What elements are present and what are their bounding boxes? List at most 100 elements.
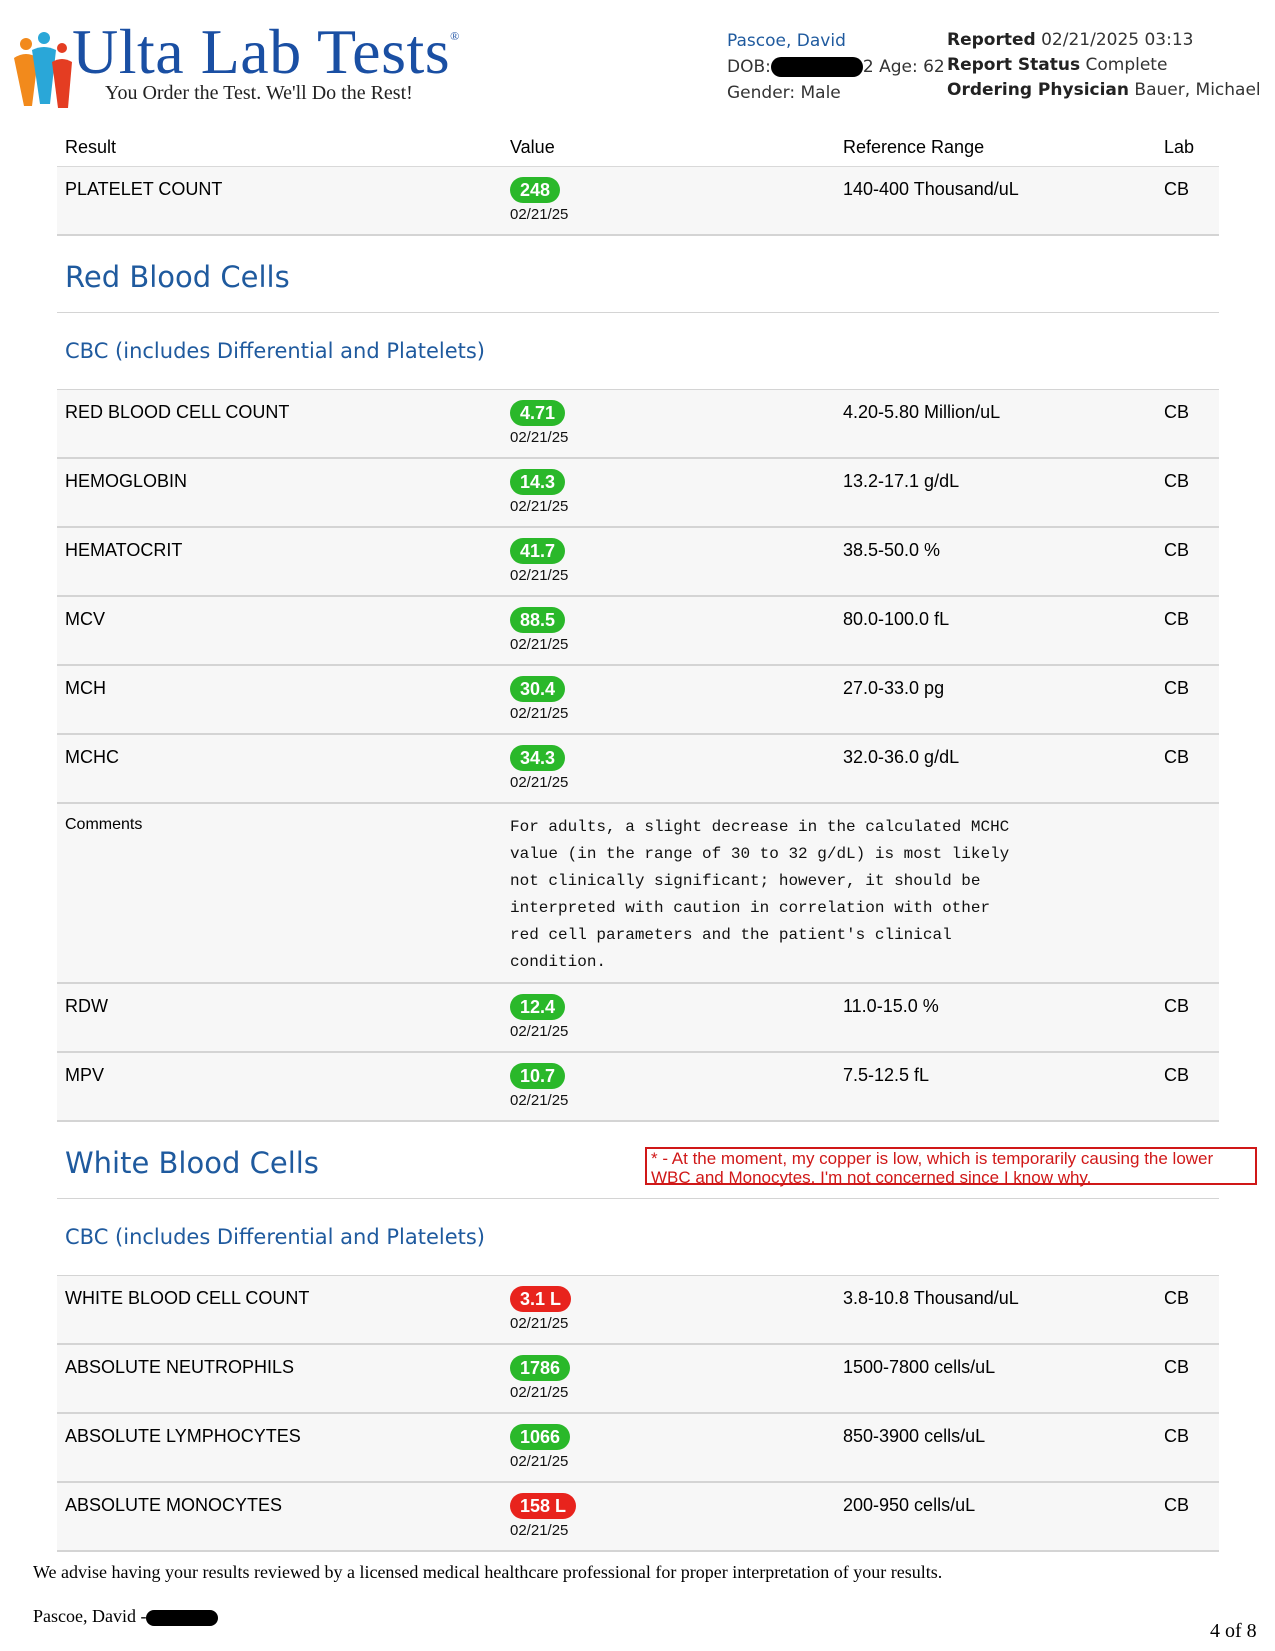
result-date: 02/21/25 [510,1023,569,1040]
comment-text: For adults, a slight decrease in the cal… [510,818,1010,971]
value-pill: 14.3 [510,469,566,495]
value-pill: 1786 [510,1355,571,1381]
result-value-cell: 88.5 02/21/25 [510,607,568,653]
table-row: MCV 88.5 02/21/25 80.0-100.0 fL CB [57,597,1219,666]
logo-title: Ulta Lab Tests® [72,16,460,87]
reference-range: 200-950 cells/uL [843,1495,976,1515]
result-name: ABSOLUTE LYMPHOCYTES [65,1426,301,1446]
lab-code: CB [1164,609,1190,629]
logo-tagline: You Order the Test. We'll Do the Rest! [105,82,413,104]
value-pill: 41.7 [510,538,566,564]
panel-title: CBC (includes Differential and Platelets… [65,339,485,363]
report-info: Reported 02/21/2025 03:13 Report Status … [947,28,1261,103]
result-value-cell: 248 02/21/25 [510,177,568,223]
value-pill: 88.5 [510,607,566,633]
reference-range: 140-400 Thousand/uL [843,179,1019,199]
result-value-cell: 30.4 02/21/25 [510,676,568,722]
result-value-cell: 34.3 02/21/25 [510,745,568,791]
panel-title: CBC (includes Differential and Platelets… [65,1225,485,1249]
reported-value: 02/21/2025 03:13 [1041,30,1194,50]
result-name: PLATELET COUNT [65,179,223,199]
value-pill: 30.4 [510,676,566,702]
table-row: PLATELET COUNT 248 02/21/25 140-400 Thou… [57,167,1219,236]
result-date: 02/21/25 [510,774,569,791]
reference-range: 7.5-12.5 fL [843,1065,930,1085]
table-row: MCH 30.4 02/21/25 27.0-33.0 pg CB [57,666,1219,735]
lab-code: CB [1164,402,1190,422]
physician-value: Bauer, Michael [1134,80,1261,100]
reference-range: 850-3900 cells/uL [843,1426,986,1446]
lab-code: CB [1164,1426,1190,1446]
result-date: 02/21/25 [510,1384,569,1401]
status-label: Report Status [947,55,1081,75]
result-name: MCHC [65,747,119,767]
result-date: 02/21/25 [510,1453,569,1470]
value-pill: 34.3 [510,745,566,771]
result-date: 02/21/25 [510,567,569,584]
comment-row: Comments For adults, a slight decrease i… [57,804,1219,984]
result-value-cell: 4.71 02/21/25 [510,400,568,446]
result-name: MPV [65,1065,105,1085]
redaction-mark [146,1609,219,1626]
col-value: Value [510,137,555,157]
page-number: 4 of 8 [1210,1620,1257,1642]
patient-age: Age: 62 [879,57,945,77]
result-date: 02/21/25 [510,498,569,515]
result-date: 02/21/25 [510,206,569,223]
section-title: Red Blood Cells [65,260,290,294]
table-row: ABSOLUTE LYMPHOCYTES 1066 02/21/25 850-3900… [57,1414,1219,1483]
result-value-cell: 41.7 02/21/25 [510,538,568,584]
col-result: Result [65,137,117,157]
physician-label: Ordering Physician [947,80,1130,100]
table-row: ABSOLUTE MONOCYTES 158 L 02/21/25 200-950 c… [57,1483,1219,1552]
reference-range: 13.2-17.1 g/dL [843,471,960,491]
result-value-cell: 1066 02/21/25 [510,1424,571,1470]
status-value: Complete [1085,55,1168,75]
result-value-cell: 158 L 02/21/25 [510,1493,577,1539]
lab-code: CB [1164,1357,1190,1377]
result-name: HEMATOCRIT [65,540,183,560]
lab-code: CB [1164,678,1190,698]
footer-patient: Pascoe, David - [33,1606,219,1627]
result-value-cell: 10.7 02/21/25 [510,1063,568,1109]
result-name: RED BLOOD CELL COUNT [65,402,290,422]
col-lab: Lab [1164,137,1195,157]
footer-name: Pascoe, David - [33,1606,147,1626]
lab-code: CB [1164,1288,1190,1308]
annotation-note: * - At the moment, my copper is low, whi… [645,1147,1257,1187]
patient-dob: DOB: 2 Age: 62 [727,54,945,80]
value-pill: 248 [510,177,561,203]
rbc-rows-after: RDW 12.4 02/21/25 11.0-15.0 % CB MPV 10.7 02/21… [57,984,1219,1122]
result-date: 02/21/25 [510,1315,569,1332]
result-date: 02/21/25 [510,429,569,446]
rbc-rows: RED BLOOD CELL COUNT 4.71 02/21/25 4.20-5.8… [57,390,1219,804]
reference-range: 38.5-50.0 % [843,540,941,560]
lab-code: CB [1164,1495,1190,1515]
lab-code: CB [1164,747,1190,767]
panel-header: CBC (includes Differential and Platelets… [57,1199,1219,1276]
table-header: Result Value Reference Range Lab [57,128,1219,167]
lab-code: CB [1164,471,1190,491]
result-name: MCH [65,678,106,698]
section-title: White Blood Cells [65,1146,319,1180]
reference-range: 32.0-36.0 g/dL [843,747,960,767]
value-pill: 1066 [510,1424,571,1450]
reference-range: 4.20-5.80 Million/uL [843,402,1001,422]
value-pill: 10.7 [510,1063,566,1089]
lab-code: CB [1164,179,1190,199]
table-row: RED BLOOD CELL COUNT 4.71 02/21/25 4.20-5.8… [57,390,1219,459]
result-name: MCV [65,609,105,629]
comment-label: Comments [65,816,143,833]
result-value-cell: 14.3 02/21/25 [510,469,568,515]
value-pill: 12.4 [510,994,566,1020]
reference-range: 1500-7800 cells/uL [843,1357,996,1377]
result-date: 02/21/25 [510,1092,569,1109]
wbc-rows: WHITE BLOOD CELL COUNT 3.1 L 02/21/25 3.8-1… [57,1276,1219,1552]
table-row: MPV 10.7 02/21/25 7.5-12.5 fL CB [57,1053,1219,1122]
result-value-cell: 1786 02/21/25 [510,1355,571,1401]
table-row: MCHC 34.3 02/21/25 32.0-36.0 g/dL CB [57,735,1219,804]
results-table: Result Value Reference Range Lab PLATELE… [57,128,1219,1552]
patient-info: Pascoe, David DOB: 2 Age: 62 Gender: Male [727,28,945,106]
lab-code: CB [1164,1065,1190,1085]
value-pill: 158 L [510,1493,577,1519]
